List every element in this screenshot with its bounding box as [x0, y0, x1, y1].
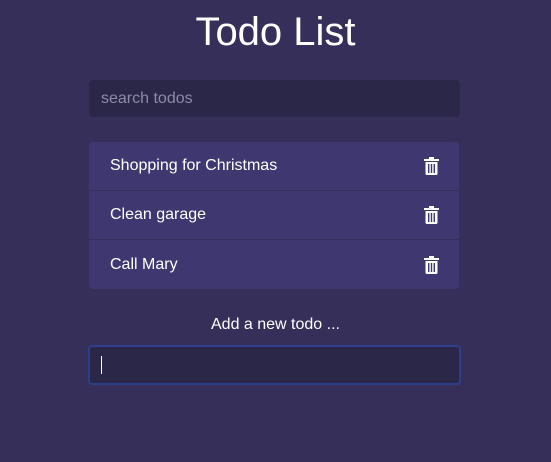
todo-text: Shopping for Christmas — [110, 157, 278, 174]
list-item: Call Mary — [89, 240, 459, 289]
todo-text: Clean garage — [110, 206, 207, 223]
add-todo-input[interactable] — [88, 345, 461, 385]
add-todo-label: Add a new todo ... — [211, 316, 340, 333]
list-item: Clean garage — [89, 191, 459, 240]
todo-list: Shopping for Christmas Clean garage Call… — [89, 142, 459, 289]
search-input[interactable] — [89, 80, 460, 117]
text-cursor — [101, 356, 102, 374]
todo-text: Call Mary — [110, 255, 178, 273]
page-title: Todo List — [195, 10, 356, 54]
trash-icon[interactable] — [424, 255, 439, 274]
list-item: Shopping for Christmas — [89, 142, 459, 191]
trash-icon[interactable] — [424, 206, 439, 224]
trash-icon[interactable] — [424, 157, 439, 175]
